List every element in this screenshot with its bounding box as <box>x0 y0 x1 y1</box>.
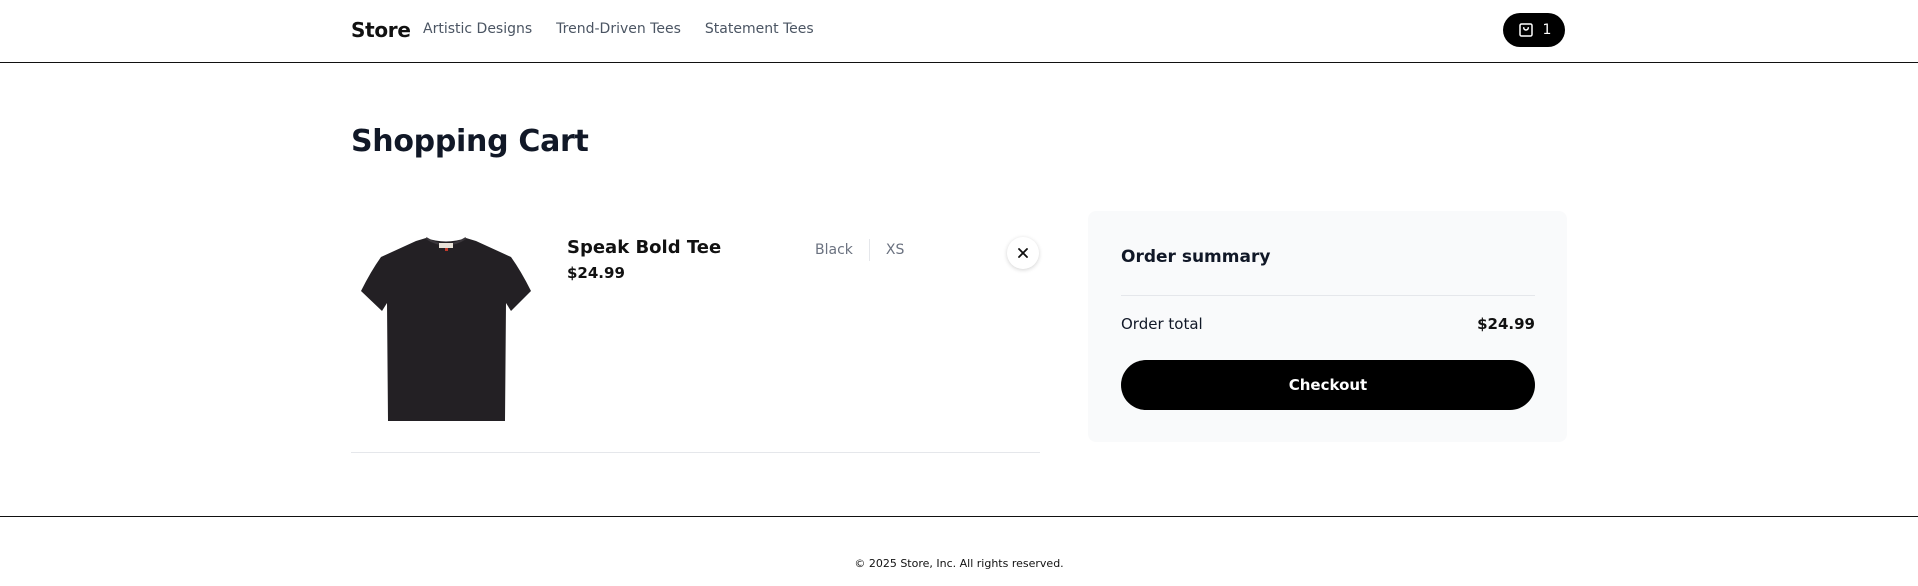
product-name[interactable]: Speak Bold Tee <box>567 237 721 258</box>
nav-link-trend-driven-tees[interactable]: Trend-Driven Tees <box>556 21 681 37</box>
product-price: $24.99 <box>567 264 625 282</box>
order-total-label: Order total <box>1121 315 1203 333</box>
checkout-button[interactable]: Checkout <box>1121 360 1535 410</box>
black-tshirt-image[interactable] <box>351 231 541 421</box>
copyright-text: © 2025 Store, Inc. All rights reserved. <box>854 557 1064 570</box>
remove-item-button[interactable] <box>1007 237 1039 269</box>
cart-item: Speak Bold Tee $24.99 Black XS <box>351 231 1040 453</box>
site-footer: © 2025 Store, Inc. All rights reserved. <box>0 516 1918 586</box>
site-header: Store Artistic Designs Trend-Driven Tees… <box>0 0 1918 63</box>
summary-title: Order summary <box>1121 247 1271 267</box>
main-nav: Artistic Designs Trend-Driven Tees State… <box>423 21 838 37</box>
order-total-value: $24.99 <box>1477 315 1535 333</box>
cart-count: 1 <box>1542 22 1552 38</box>
cart-button[interactable]: 1 <box>1503 13 1565 47</box>
product-size: XS <box>885 242 905 258</box>
store-logo[interactable]: Store <box>351 18 411 42</box>
close-icon <box>1018 248 1028 258</box>
page-title: Shopping Cart <box>351 124 589 159</box>
nav-link-statement-tees[interactable]: Statement Tees <box>705 21 814 37</box>
nav-link-artistic-designs[interactable]: Artistic Designs <box>423 21 532 37</box>
shopping-bag-icon <box>1518 23 1533 37</box>
product-color: Black <box>815 242 853 258</box>
summary-divider <box>1121 295 1535 296</box>
order-summary: Order summary Order total $24.99 Checkou… <box>1088 211 1567 442</box>
product-variants: Black XS <box>815 239 904 261</box>
